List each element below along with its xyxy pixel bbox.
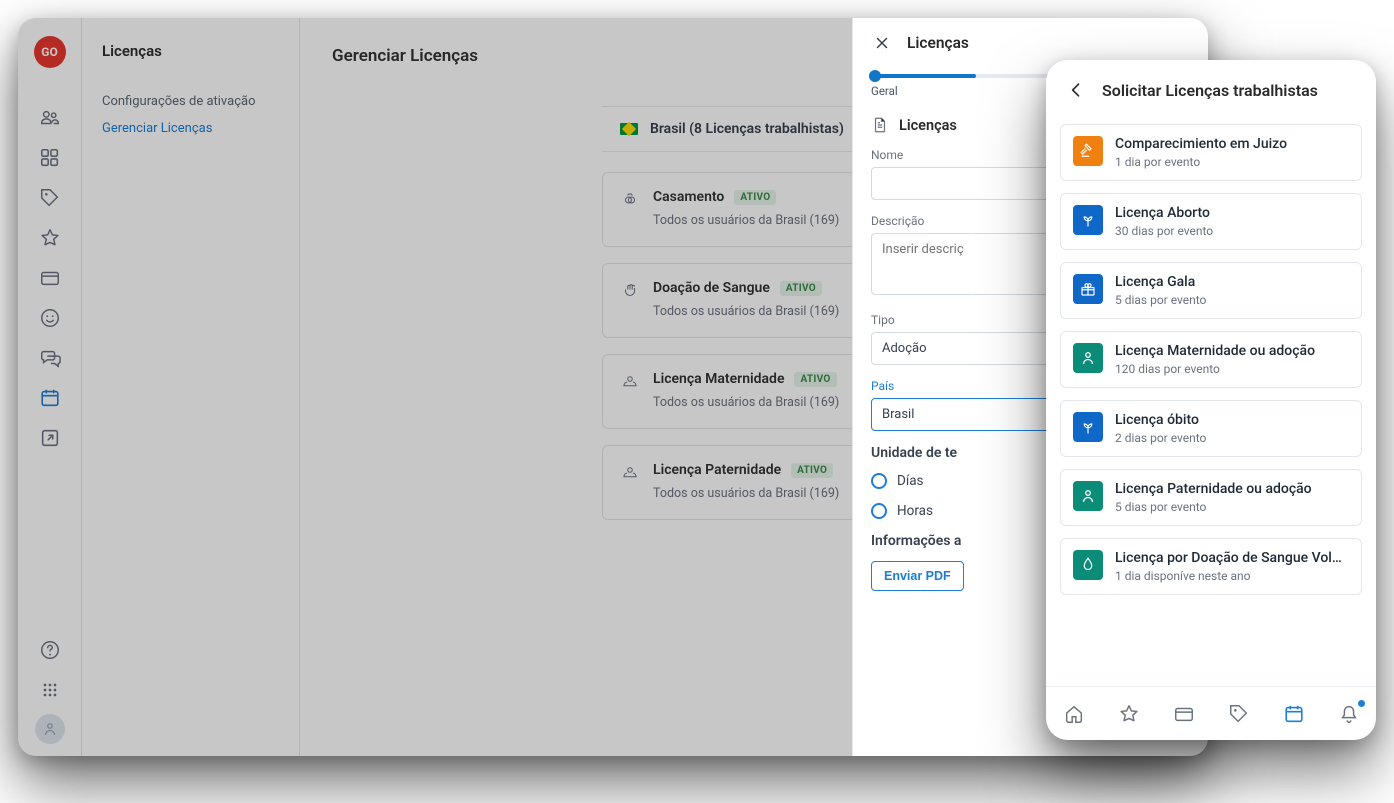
sidebar-title: Licenças: [102, 42, 279, 60]
mobile-title: Solicitar Licenças trabalhistas: [1102, 81, 1318, 100]
request-title: Comparecimiento em Juizo: [1115, 136, 1287, 152]
blood-drop-icon: [1073, 550, 1103, 580]
request-title: Licença Aborto: [1115, 205, 1213, 221]
drawer-title: Licenças: [907, 34, 969, 52]
request-item[interactable]: Licença óbito 2 dias por evento: [1060, 400, 1362, 457]
request-item[interactable]: Licença por Doação de Sangue Vol… 1 dia d…: [1060, 538, 1362, 595]
nav-help-icon[interactable]: [34, 634, 66, 666]
paternity-icon: [621, 464, 639, 482]
request-sub: 1 dia disponíve neste ano: [1115, 569, 1342, 583]
icon-rail: GO: [18, 18, 82, 756]
nav-users-icon[interactable]: [34, 102, 66, 134]
nav-external-link-icon[interactable]: [34, 422, 66, 454]
status-badge: ATIVO: [780, 281, 822, 296]
maternity-icon: [621, 373, 639, 391]
country-header-label: Brasil (8 Licenças trabalhistas): [650, 121, 844, 137]
tab-calendar-icon[interactable]: [1283, 703, 1305, 725]
sprout-icon: [1073, 205, 1103, 235]
file-icon: [871, 116, 889, 134]
tab-wallet-icon[interactable]: [1173, 703, 1195, 725]
nav-tag-icon[interactable]: [34, 182, 66, 214]
radio-circle-icon: [871, 503, 887, 519]
status-badge: ATIVO: [794, 372, 836, 387]
avatar[interactable]: [35, 714, 65, 744]
section-title: Licenças: [899, 117, 957, 134]
mobile-app: Solicitar Licenças trabalhistas Comparec…: [1046, 60, 1376, 740]
back-icon[interactable]: [1064, 78, 1088, 102]
license-title: Licença Maternidade: [653, 371, 784, 387]
desktop-app: GO Licenças Configurações de ativação Ge…: [18, 18, 1208, 756]
nav-apps-grid-icon[interactable]: [34, 674, 66, 706]
nav-calendar-icon[interactable]: [34, 382, 66, 414]
request-title: Licença Paternidade ou adoção: [1115, 481, 1312, 497]
brazil-flag-icon: [620, 123, 638, 135]
request-title: Licença por Doação de Sangue Vol…: [1115, 550, 1342, 566]
license-title: Licença Paternidade: [653, 462, 781, 478]
request-item[interactable]: Licença Paternidade ou adoção 5 dias por …: [1060, 469, 1362, 526]
radio-days-label: Días: [897, 473, 924, 489]
sidebar-item-activation-config[interactable]: Configurações de ativação: [102, 94, 279, 109]
person-icon: [1073, 343, 1103, 373]
request-sub: 5 dias por evento: [1115, 500, 1312, 514]
request-item[interactable]: Licença Gala 5 dias por evento: [1060, 262, 1362, 319]
brand-badge: GO: [34, 36, 66, 68]
sidebar-item-manage-licenses[interactable]: Gerenciar Licenças: [102, 121, 279, 136]
nav-wallet-icon[interactable]: [34, 262, 66, 294]
request-sub: 30 dias por evento: [1115, 224, 1213, 238]
tab-tag-icon[interactable]: [1228, 703, 1250, 725]
tab-home-icon[interactable]: [1063, 703, 1085, 725]
license-title: Casamento: [653, 189, 724, 205]
person-icon: [1073, 481, 1103, 511]
donate-hand-icon: [621, 282, 639, 300]
request-sub: 5 dias por evento: [1115, 293, 1206, 307]
request-leave-list[interactable]: Comparecimiento em Juizo 1 dia por evento…: [1046, 116, 1376, 686]
gift-icon: [1073, 274, 1103, 304]
radio-circle-icon: [871, 473, 887, 489]
close-icon[interactable]: [871, 32, 893, 54]
request-sub: 1 dia por evento: [1115, 155, 1287, 169]
tab-star-icon[interactable]: [1118, 703, 1140, 725]
tab-bell-icon[interactable]: [1338, 703, 1360, 725]
mobile-tabbar: [1046, 686, 1376, 740]
send-pdf-button[interactable]: Enviar PDF: [871, 561, 964, 591]
request-item[interactable]: Licença Maternidade ou adoção 120 dias po…: [1060, 331, 1362, 388]
nav-chats-icon[interactable]: [34, 342, 66, 374]
nav-star-icon[interactable]: [34, 222, 66, 254]
request-item[interactable]: Comparecimiento em Juizo 1 dia por evento: [1060, 124, 1362, 181]
secondary-sidebar: Licenças Configurações de ativação Geren…: [82, 18, 300, 756]
status-badge: ATIVO: [791, 463, 833, 478]
request-sub: 2 dias por evento: [1115, 431, 1206, 445]
request-sub: 120 dias por evento: [1115, 362, 1315, 376]
status-badge: ATIVO: [734, 190, 776, 205]
notification-dot: [1358, 700, 1365, 707]
sprout-icon: [1073, 412, 1103, 442]
radio-hours-label: Horas: [897, 503, 933, 519]
rings-icon: [621, 191, 639, 209]
nav-smile-icon[interactable]: [34, 302, 66, 334]
request-title: Licença óbito: [1115, 412, 1206, 428]
request-item[interactable]: Licença Aborto 30 dias por evento: [1060, 193, 1362, 250]
gavel-icon: [1073, 136, 1103, 166]
request-title: Licença Gala: [1115, 274, 1206, 290]
license-title: Doação de Sangue: [653, 280, 770, 296]
nav-apps-icon[interactable]: [34, 142, 66, 174]
request-title: Licença Maternidade ou adoção: [1115, 343, 1315, 359]
